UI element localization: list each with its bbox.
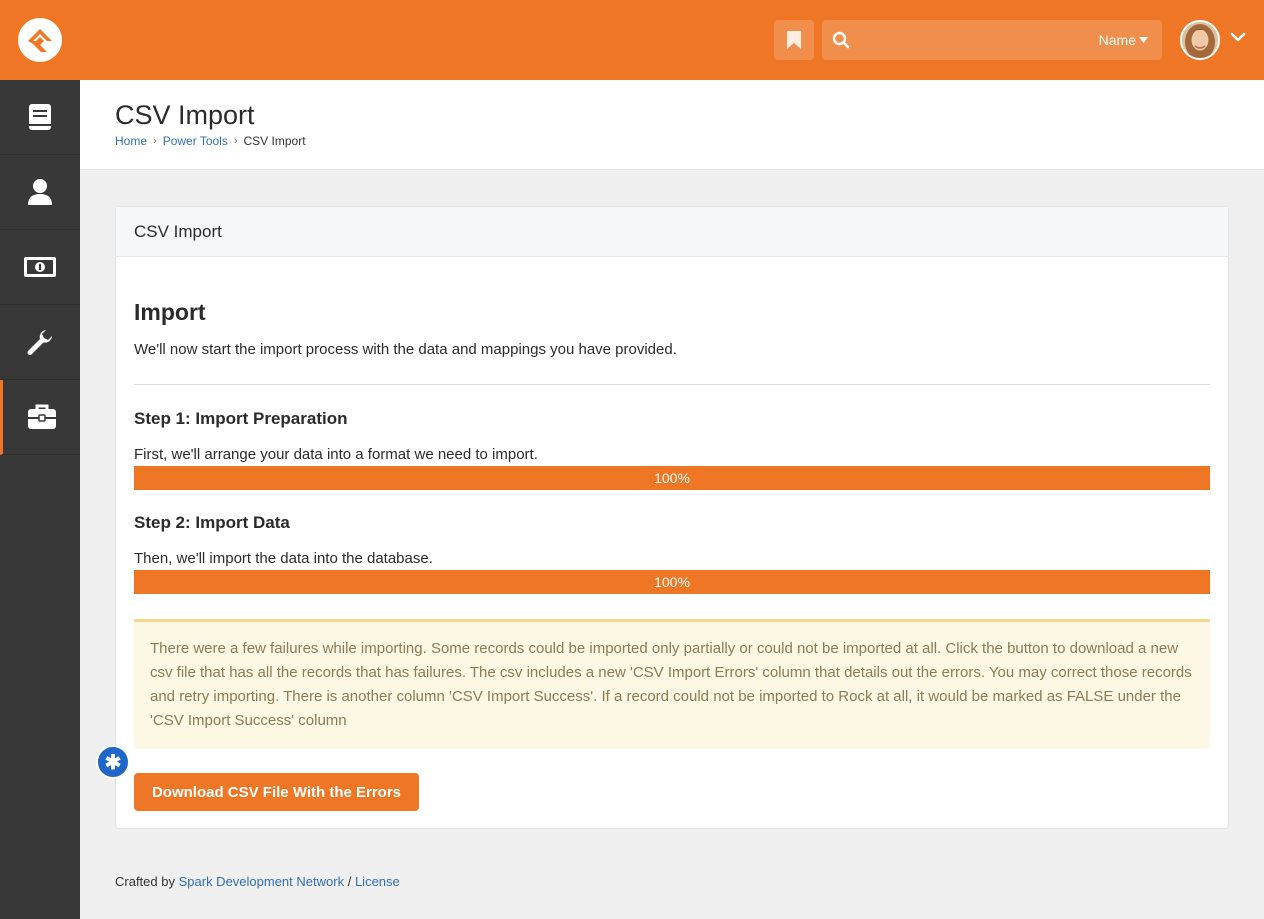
sidebar-item-content[interactable] [0,80,80,155]
import-heading: Import [134,299,206,325]
step-2-title: Step 2: Import Data [134,513,290,532]
person-icon [28,179,52,205]
chevron-right-icon: › [233,135,238,147]
page-title: CSV Import [115,100,255,130]
divider [134,384,1210,385]
book-icon [29,104,51,130]
sidebar-item-people[interactable] [0,155,80,230]
footer-license-link[interactable]: License [355,874,400,889]
step-1-progress: 100% [134,466,1210,490]
sidebar [0,80,80,919]
step-2-progress: 100% [134,570,1210,594]
step-1-description: First, we'll arrange your data into a fo… [134,446,538,463]
chevron-right-icon: › [153,135,157,147]
breadcrumb-current: CSV Import [243,134,306,148]
step-1-progress-bar: 100% [134,466,1210,490]
panel-heading: CSV Import [116,207,1228,257]
asterisk-icon[interactable]: ✱ [96,745,130,779]
wrench-icon [27,330,52,355]
sidebar-item-finance[interactable] [0,230,80,305]
search-box: Name [822,20,1162,60]
top-bar: Name [0,0,1264,80]
bookmark-icon [787,31,801,49]
sidebar-item-admin[interactable] [0,380,80,455]
csv-import-panel: CSV Import Import We'll now start the im… [115,206,1229,829]
sidebar-item-tools[interactable] [0,305,80,380]
chevron-down-icon[interactable] [1230,32,1246,42]
footer: Crafted by Spark Development Network / L… [115,874,400,889]
footer-spark-link[interactable]: Spark Development Network [179,874,344,889]
import-warning-alert: There were a few failures while importin… [134,619,1210,749]
bookmark-button[interactable] [774,20,814,60]
footer-separator: / [347,874,352,889]
import-description: We'll now start the import process with … [134,341,677,358]
step-2-progress-bar: 100% [134,570,1210,594]
money-icon [24,257,56,277]
breadcrumb-power-tools[interactable]: Power Tools [163,134,228,148]
logo-icon[interactable] [18,18,62,62]
caret-down-icon [1139,37,1148,43]
search-scope-dropdown[interactable]: Name [1099,32,1148,48]
avatar[interactable] [1180,20,1220,60]
search-scope-label: Name [1098,32,1136,48]
breadcrumb: Home › Power Tools › CSV Import [115,134,306,148]
breadcrumb-home[interactable]: Home [115,134,147,148]
briefcase-icon [27,404,56,429]
page-header: CSV Import Home › Power Tools › CSV Impo… [80,80,1264,170]
search-input[interactable] [860,20,1090,60]
footer-prefix: Crafted by [115,874,175,889]
download-errors-button[interactable]: Download CSV File With the Errors [134,773,419,811]
step-2-description: Then, we'll import the data into the dat… [134,550,433,567]
search-icon [832,31,850,49]
step-1-title: Step 1: Import Preparation [134,409,348,428]
